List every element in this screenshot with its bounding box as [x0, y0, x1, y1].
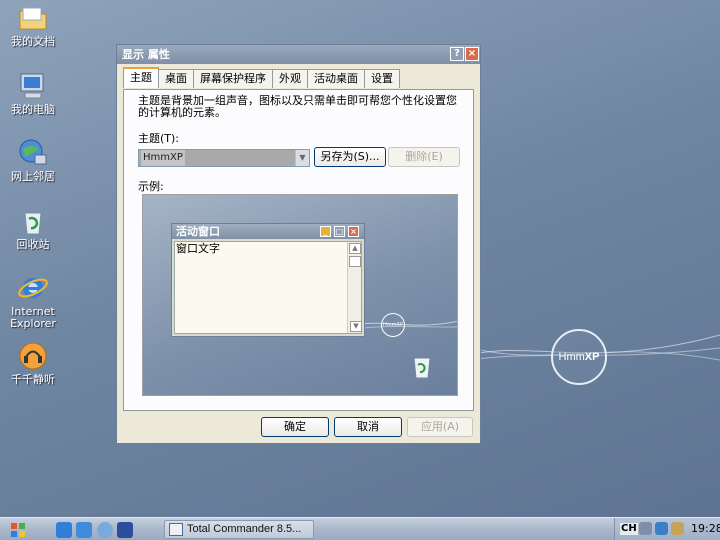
chevron-down-icon[interactable]: ▼ [295, 150, 309, 166]
desktop-icon-label: Internet Explorer [10, 305, 56, 330]
taskbar-item-total-commander[interactable]: Total Commander 8.5... [164, 520, 314, 539]
tray-icon-1[interactable] [639, 522, 652, 535]
preview-window-body: 窗口文字 ▲ ▼ [174, 241, 362, 334]
cancel-button[interactable]: 取消 [334, 417, 402, 437]
preview-window-text: 窗口文字 [176, 242, 220, 255]
tab-desktop[interactable]: 桌面 [158, 69, 194, 88]
tab-appearance[interactable]: 外观 [272, 69, 308, 88]
quicklaunch-messenger-icon[interactable] [97, 522, 113, 538]
theme-description: 主题是背景加一组声音，图标以及只需单击即可帮您个性化设置您的计算机的元素。 [138, 94, 457, 119]
theme-preview: 活动窗口 _ □ × 窗口文字 ▲ ▼ HmmXP [142, 194, 458, 396]
preview-logo: HmmXP [381, 313, 405, 337]
minimize-icon: _ [320, 226, 331, 237]
taskbar: Total Commander 8.5... CH 19:28 [0, 517, 720, 540]
tab-settings[interactable]: 设置 [364, 69, 400, 88]
desktop-icon-label: 千千静听 [11, 373, 55, 386]
language-indicator[interactable]: CH [620, 523, 638, 535]
help-button[interactable]: ? [450, 47, 464, 61]
desktop-icon-label: 网上邻居 [11, 170, 55, 183]
apply-button[interactable]: 应用(A) [407, 417, 473, 437]
recycle-bin-icon [17, 205, 49, 237]
save-as-button[interactable]: 另存为(S)... [314, 147, 386, 167]
total-commander-icon [169, 523, 183, 536]
tray-icon-3[interactable] [671, 522, 684, 535]
preview-scrollbar: ▲ ▼ [347, 242, 362, 333]
maximize-icon: □ [334, 226, 345, 237]
desktop-icon-internet-explorer[interactable]: Internet Explorer [4, 272, 62, 330]
theme-select-value: HmmXP [141, 150, 185, 166]
desktop-icon-network[interactable]: 网上邻居 [4, 137, 62, 183]
dialog-title-bar[interactable]: 显示 属性 ? × [117, 45, 480, 64]
preview-window-title-bar: 活动窗口 _ □ × [172, 224, 364, 239]
internet-explorer-icon [17, 272, 49, 304]
close-button[interactable]: × [465, 47, 479, 61]
computer-icon [17, 70, 49, 102]
theme-select[interactable]: HmmXP ▼ [138, 149, 310, 167]
quicklaunch-save-icon[interactable] [117, 522, 133, 538]
desktop-icon-label: 我的文档 [11, 35, 55, 48]
desktop-icon-recycle-bin[interactable]: 回收站 [4, 205, 62, 251]
delete-button[interactable]: 删除(E) [388, 147, 460, 167]
windows-logo-icon [11, 523, 25, 537]
sample-label: 示例: [138, 180, 164, 193]
close-icon: × [348, 226, 359, 237]
preview-active-window: 活动窗口 _ □ × 窗口文字 ▲ ▼ [171, 223, 365, 337]
tab-themes[interactable]: 主题 [123, 67, 159, 88]
desktop-logo-text: Hmm [558, 351, 585, 363]
quicklaunch-browser-icon[interactable] [76, 522, 92, 538]
themes-panel: 主题是背景加一组声音，图标以及只需单击即可帮您个性化设置您的计算机的元素。 主题… [123, 89, 474, 411]
desktop-logo: Hmm XP [551, 329, 607, 385]
tab-strip: 主题 桌面 屏幕保护程序 外观 活动桌面 设置 [123, 67, 400, 89]
start-button[interactable] [10, 522, 26, 538]
desktop-icon-my-computer[interactable]: 我的电脑 [4, 70, 62, 116]
preview-wave-decoration [353, 320, 457, 330]
preview-recycle-bin-icon [411, 355, 433, 379]
music-player-icon [17, 340, 49, 372]
system-tray: CH 19:28 [614, 518, 720, 540]
desktop-icon-my-documents[interactable]: 我的文档 [4, 2, 62, 48]
scroll-down-icon: ▼ [350, 321, 362, 332]
display-properties-dialog: 显示 属性 ? × 主题 桌面 屏幕保护程序 外观 活动桌面 设置 主题是背景加… [116, 44, 481, 444]
scroll-up-icon: ▲ [349, 243, 361, 254]
desktop-icon-label: 我的电脑 [11, 103, 55, 116]
desktop-logo-bold: XP [584, 351, 600, 363]
tab-active-desktop[interactable]: 活动桌面 [307, 69, 365, 88]
desktop-icon-ttplayer[interactable]: 千千静听 [4, 340, 62, 386]
taskbar-item-label: Total Commander 8.5... [187, 523, 302, 535]
preview-window-title: 活动窗口 [176, 225, 220, 238]
tray-icon-2[interactable] [655, 522, 668, 535]
quicklaunch-ie-icon[interactable] [56, 522, 72, 538]
folder-icon [17, 2, 49, 34]
network-icon [17, 137, 49, 169]
scroll-thumb [349, 256, 361, 267]
desktop-icon-label: 回收站 [16, 238, 50, 251]
dialog-title: 显示 属性 [122, 48, 170, 61]
ok-button[interactable]: 确定 [261, 417, 329, 437]
clock: 19:28 [691, 522, 720, 535]
tab-screensaver[interactable]: 屏幕保护程序 [193, 69, 273, 88]
theme-label: 主题(T): [138, 132, 180, 145]
